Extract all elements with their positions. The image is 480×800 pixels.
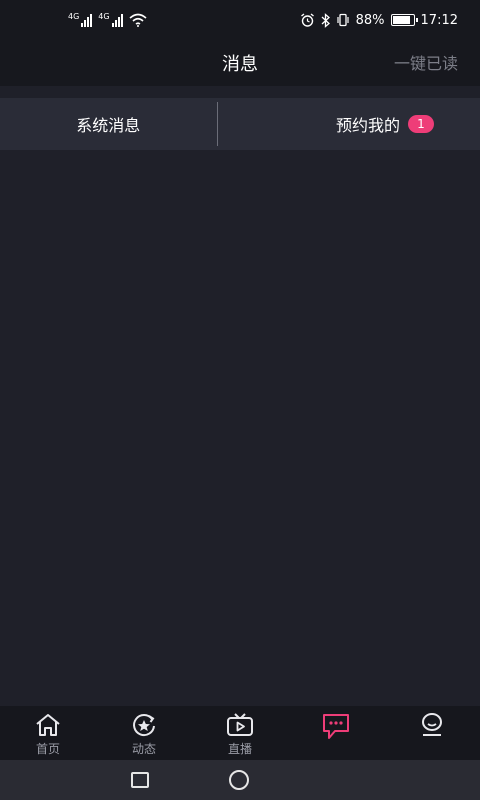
bottom-nav-profile[interactable]	[384, 706, 480, 760]
alarm-icon	[300, 12, 314, 27]
bottom-nav-live[interactable]: 直播	[192, 706, 288, 760]
signal-icon-2: 4G	[98, 12, 123, 27]
bottom-nav-moments-label: 动态	[131, 742, 156, 756]
unread-badge: 1	[408, 115, 434, 133]
header: 消息 一键已读	[0, 40, 480, 86]
bottom-nav-home-label: 首页	[35, 742, 60, 756]
home-icon	[36, 714, 60, 736]
tab-my-reservations-label: 预约我的	[335, 116, 400, 135]
bottom-nav-live-label: 直播	[227, 742, 252, 756]
vibrate-icon	[337, 13, 349, 27]
battery-level	[392, 16, 411, 24]
bottom-nav: 首页 动态 直播	[0, 706, 480, 760]
mark-all-read-button[interactable]: 一键已读	[394, 50, 458, 74]
battery-icon	[390, 14, 418, 26]
tv-play-icon	[227, 713, 253, 736]
network-type-2: 4G	[98, 12, 110, 21]
recent-apps-button[interactable]	[131, 772, 149, 788]
signal-icon: 4G	[68, 12, 93, 27]
clock: 17:12	[420, 12, 458, 28]
status-bar: 4G 4G 88% 17:12	[0, 0, 480, 40]
status-left: 4G 4G	[68, 13, 147, 27]
moments-star-icon	[133, 714, 155, 737]
status-right: 88% 17:12	[300, 13, 458, 28]
bottom-nav-home[interactable]: 首页	[0, 706, 96, 760]
system-nav-spacer	[329, 770, 349, 790]
system-nav-bar	[0, 760, 480, 800]
battery-percent: 88%	[355, 12, 385, 28]
bottom-nav-messages[interactable]	[288, 706, 384, 760]
wifi-icon	[129, 13, 147, 27]
network-type: 4G	[68, 12, 80, 21]
screen: 4G 4G 88% 17:12 消息 一键已读 系统消息 预约我的 1 首页 动…	[0, 0, 480, 800]
tab-my-reservations[interactable]: 预约我的 1	[218, 98, 480, 150]
profile-icon	[422, 713, 442, 736]
bottom-nav-moments[interactable]: 动态	[96, 706, 192, 760]
bluetooth-icon	[321, 12, 330, 28]
tab-system-messages[interactable]: 系统消息	[0, 98, 217, 150]
message-tabs: 系统消息 预约我的 1	[0, 98, 480, 150]
home-system-button[interactable]	[229, 770, 249, 790]
chat-bubble-icon	[323, 714, 349, 739]
tab-system-messages-label: 系统消息	[76, 116, 141, 135]
